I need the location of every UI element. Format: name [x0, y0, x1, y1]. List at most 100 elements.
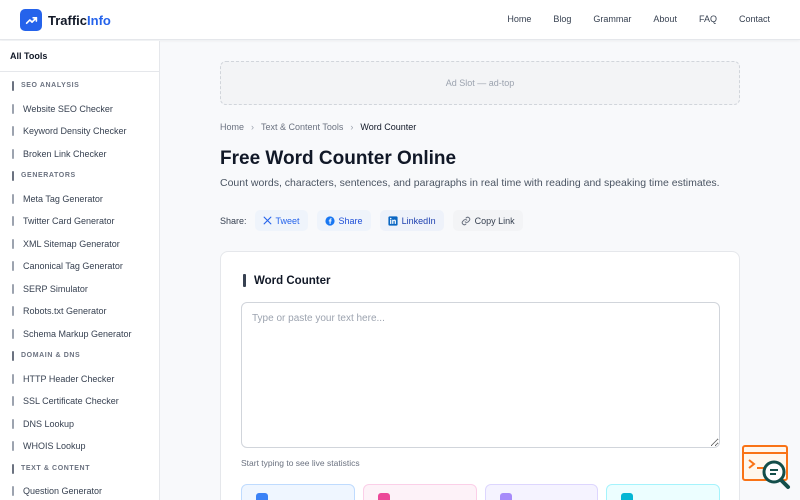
item-bar	[12, 441, 14, 451]
item-bar	[12, 283, 14, 294]
item-bar	[12, 306, 14, 316]
sidebar-item[interactable]: WHOIS Lookup	[0, 439, 159, 462]
nav-blog[interactable]: Blog	[553, 14, 571, 24]
live-stats-hint: Start typing to see live statistics	[241, 458, 360, 468]
card-title: Word Counter	[243, 274, 330, 287]
nav-contact[interactable]: Contact	[739, 14, 770, 24]
item-bar	[12, 373, 14, 384]
category-label: SEO ANALYSIS	[21, 82, 80, 89]
category-bar	[12, 171, 14, 181]
sidebar-item[interactable]: Twitter Card Generator	[0, 214, 159, 237]
sidebar-item-label: Website SEO Checker	[23, 103, 113, 114]
trending-up-icon	[20, 9, 42, 31]
sidebar-item[interactable]: SERP Simulator	[0, 282, 159, 305]
ad-slot: Ad Slot — ad-top	[220, 61, 740, 105]
card-title-label: Word Counter	[254, 274, 331, 287]
sidebar-item-label: Robots.txt Generator	[23, 306, 107, 316]
sidebar-item-label: Keyword Density Checker	[23, 126, 127, 136]
sidebar-item-label: XML Sitemap Generator	[23, 238, 120, 249]
sidebar-item[interactable]: SSL Certificate Checker	[0, 394, 159, 417]
item-bar	[12, 328, 14, 339]
chevron-right-icon: ›	[251, 122, 255, 132]
sidebar-item[interactable]: Canonical Tag Generator	[0, 259, 159, 282]
sidebar-item-label: Broken Link Checker	[23, 148, 107, 159]
brand-name: TrafficInfo	[48, 13, 111, 28]
search-assistant-widget[interactable]	[741, 444, 791, 490]
sidebar-title: All Tools	[10, 51, 48, 61]
share-row: Share: Tweet Share LinkedIn Copy Link	[220, 210, 532, 231]
nav-grammar[interactable]: Grammar	[593, 14, 631, 24]
main-nav: Home Blog Grammar About FAQ Contact	[485, 14, 770, 24]
sidebar-item-label: Meta Tag Generator	[23, 193, 103, 204]
brand-name-main: Traffic	[48, 12, 88, 28]
sidebar-item-label: HTTP Header Checker	[23, 373, 115, 384]
tweet-button[interactable]: Tweet	[254, 210, 308, 231]
text-input[interactable]	[241, 302, 720, 448]
stat-card	[241, 484, 355, 500]
sidebar-item-label: Canonical Tag Generator	[23, 261, 123, 271]
sidebar-item-label: Twitter Card Generator	[23, 216, 115, 226]
copy-link-label: Copy Link	[474, 215, 515, 226]
item-bar	[12, 103, 14, 114]
title-bar	[243, 274, 246, 287]
word-counter-card: Word Counter Start typing to see live st…	[220, 251, 740, 500]
item-bar	[12, 261, 14, 271]
sidebar-item[interactable]: Robots.txt Generator	[0, 304, 159, 327]
stat-card	[606, 484, 720, 500]
site-header: TrafficInfo Home Blog Grammar About FAQ …	[0, 0, 800, 40]
category-bar	[12, 351, 14, 361]
stats-row	[241, 484, 720, 500]
item-bar	[12, 238, 14, 249]
stat-icon	[499, 493, 512, 500]
sidebar-item-label: DNS Lookup	[23, 418, 75, 429]
link-icon	[461, 216, 470, 225]
facebook-share-label: Share	[338, 215, 363, 226]
sidebar-list: SEO ANALYSIS Website SEO Checker Keyword…	[0, 79, 159, 500]
sidebar-item[interactable]: Meta Tag Generator	[0, 192, 159, 215]
share-label: Share:	[220, 215, 247, 226]
item-bar	[12, 216, 14, 226]
facebook-share-button[interactable]: Share	[316, 210, 371, 231]
sidebar-category: GENERATORS	[0, 169, 159, 192]
sidebar-item[interactable]: Question Generator	[0, 484, 159, 500]
category-label: DOMAIN & DNS	[21, 352, 81, 359]
page-title: Free Word Counter Online	[220, 148, 457, 169]
sidebar-item-label: SERP Simulator	[23, 283, 88, 294]
sidebar-item[interactable]: HTTP Header Checker	[0, 372, 159, 395]
item-bar	[12, 486, 14, 496]
breadcrumb: Home › Text & Content Tools › Word Count…	[220, 122, 416, 132]
sidebar-category: DOMAIN & DNS	[0, 349, 159, 372]
sidebar-item[interactable]: Keyword Density Checker	[0, 124, 159, 147]
linkedin-button[interactable]: LinkedIn	[379, 210, 444, 231]
sidebar-item[interactable]: Website SEO Checker	[0, 102, 159, 125]
sidebar-item-label: Schema Markup Generator	[23, 328, 132, 339]
page-subtitle: Count words, characters, sentences, and …	[220, 177, 720, 189]
nav-about[interactable]: About	[653, 14, 677, 24]
sidebar-item[interactable]: DNS Lookup	[0, 417, 159, 440]
sidebar-item[interactable]: XML Sitemap Generator	[0, 237, 159, 260]
category-label: GENERATORS	[21, 172, 76, 179]
category-bar	[12, 463, 14, 474]
stat-icon	[377, 493, 390, 500]
item-bar	[12, 126, 14, 136]
stat-icon	[621, 493, 634, 500]
brand-name-accent: Info	[87, 12, 111, 28]
code-search-icon	[742, 445, 790, 489]
breadcrumb-home[interactable]: Home	[220, 122, 244, 132]
linkedin-icon	[387, 215, 398, 226]
nav-faq[interactable]: FAQ	[699, 14, 717, 24]
facebook-icon	[324, 215, 335, 226]
stat-card	[484, 484, 599, 500]
sidebar-item[interactable]: Schema Markup Generator	[0, 327, 159, 350]
nav-home[interactable]: Home	[507, 14, 531, 24]
x-logo-icon	[263, 216, 271, 225]
ad-label: Ad Slot — ad-top	[445, 78, 515, 88]
item-bar	[12, 418, 14, 429]
breadcrumb-section[interactable]: Text & Content Tools	[261, 122, 343, 132]
sidebar-item-label: WHOIS Lookup	[23, 441, 86, 451]
sidebar-item-label: Question Generator	[23, 486, 103, 496]
sidebar-category: TEXT & CONTENT	[0, 462, 159, 485]
copy-link-button[interactable]: Copy Link	[452, 210, 523, 231]
sidebar-item[interactable]: Broken Link Checker	[0, 147, 159, 170]
site-logo[interactable]: TrafficInfo	[20, 9, 111, 31]
